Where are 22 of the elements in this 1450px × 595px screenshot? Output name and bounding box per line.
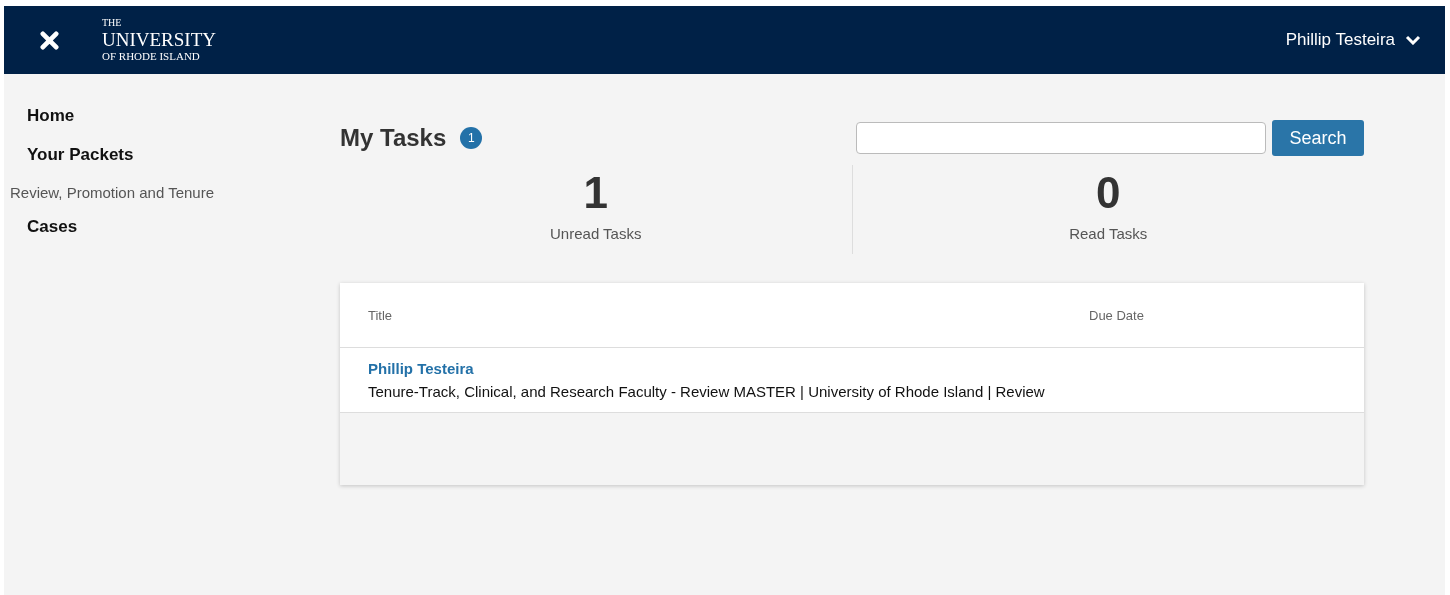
search-field[interactable] xyxy=(856,122,1266,154)
sidebar-heading: Review, Promotion and Tenure xyxy=(10,184,214,201)
page-title: My Tasks xyxy=(340,124,447,152)
logo-text: UNIVERSITY xyxy=(102,30,216,49)
sidebar-link[interactable]: Cases xyxy=(27,217,78,237)
column-header: Title xyxy=(368,307,394,323)
user-menu[interactable]: Phillip Testeira xyxy=(1285,30,1421,50)
sidebar-link[interactable]: Your Packets xyxy=(27,145,134,165)
stat-value: 0 xyxy=(1096,171,1121,215)
count-badge: 1 xyxy=(460,127,483,149)
column-header: Due Date xyxy=(1089,307,1144,323)
logo-text: THE xyxy=(102,18,122,28)
logo-text: OF RHODE ISLAND xyxy=(102,51,200,62)
stat-label: Unread Tasks xyxy=(550,225,642,242)
chevron-down-icon xyxy=(1405,35,1421,45)
stat-label: Read Tasks xyxy=(1069,225,1148,242)
search-button[interactable]: Search xyxy=(1272,120,1364,156)
task-description: Tenure-Track, Clinical, and Research Faculty - Review MASTER | University of Rhode Island | Review xyxy=(368,383,1045,400)
sidebar-link[interactable]: Home xyxy=(27,106,75,126)
stat-value: 1 xyxy=(583,171,608,215)
task-link[interactable]: Phillip Testeira xyxy=(368,360,474,377)
close-icon[interactable] xyxy=(40,30,59,50)
